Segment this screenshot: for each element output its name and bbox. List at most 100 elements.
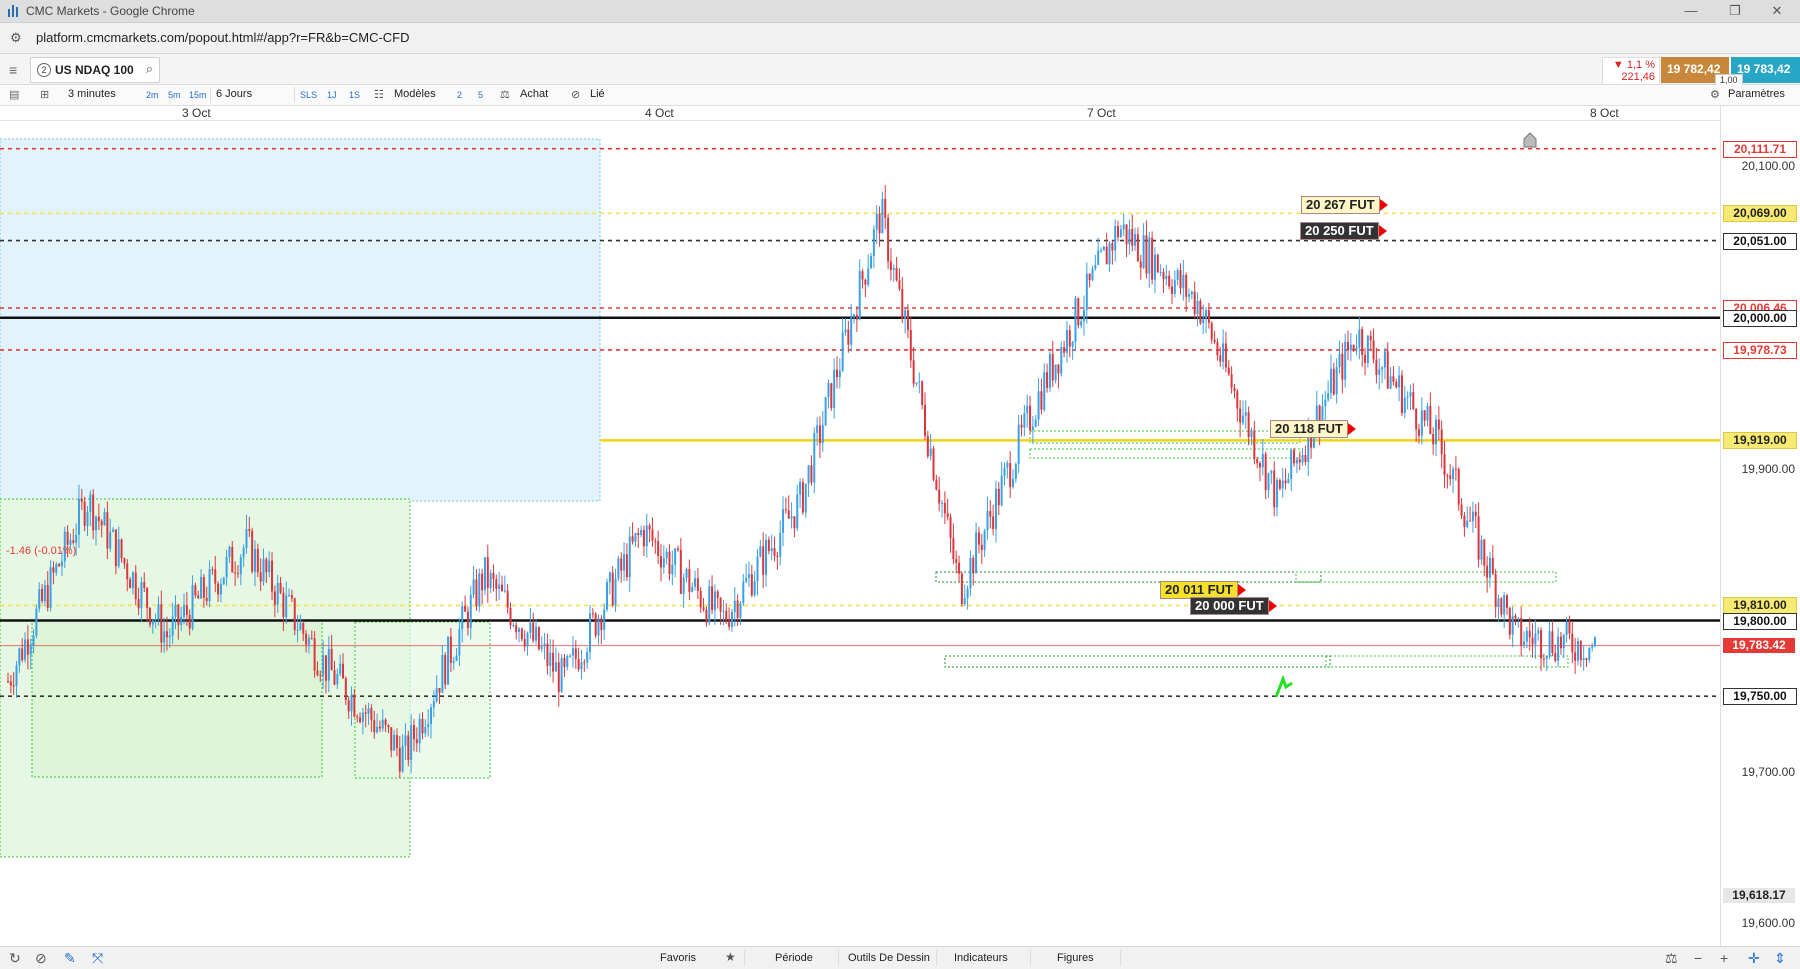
- period-select[interactable]: 6 Jours: [216, 88, 252, 100]
- candle-body: [537, 627, 540, 650]
- price-level-tag[interactable]: 20,111.71: [1723, 140, 1797, 158]
- address-bar[interactable]: ⚙ platform.cmcmarkets.com/popout.html#/a…: [0, 23, 1800, 54]
- candle-body: [923, 405, 926, 436]
- count-2[interactable]: 2: [457, 90, 462, 100]
- candle-body: [1460, 504, 1463, 516]
- period-1j[interactable]: 1J: [327, 90, 337, 100]
- zoom-in-icon[interactable]: +: [1720, 950, 1728, 966]
- minimize-icon[interactable]: —: [1676, 2, 1706, 20]
- candle-body: [211, 569, 214, 571]
- search-icon[interactable]: ⌕: [146, 61, 153, 77]
- candle-body: [200, 576, 203, 599]
- price-level-tag[interactable]: 19,800.00: [1723, 612, 1797, 630]
- candle-body: [574, 648, 577, 659]
- scale-icon[interactable]: ⚖: [500, 88, 510, 101]
- candle-body: [713, 591, 716, 611]
- candle-body: [1338, 353, 1341, 368]
- candle-body: [1417, 429, 1420, 436]
- templates-button[interactable]: Modèles: [394, 88, 436, 100]
- period-button[interactable]: Période: [775, 952, 813, 964]
- scale-icon[interactable]: ⚖: [1665, 950, 1678, 967]
- candle-body: [938, 489, 941, 504]
- price-level-tag[interactable]: 20,000.00: [1723, 309, 1797, 327]
- candle-body: [432, 701, 435, 708]
- price-level-tag[interactable]: 20,069.00: [1723, 205, 1797, 223]
- url-text[interactable]: platform.cmcmarkets.com/popout.html#/app…: [36, 30, 410, 45]
- candle-body: [449, 636, 452, 663]
- settings-icon[interactable]: ⚙: [1710, 88, 1720, 101]
- candle-body: [1213, 339, 1216, 343]
- fit-icon[interactable]: ⇕: [1774, 950, 1786, 967]
- annotation-label[interactable]: 20 250 FUT: [1300, 222, 1387, 240]
- interval-15m[interactable]: 15m: [189, 90, 207, 100]
- crosshair-icon[interactable]: ✛: [1748, 950, 1760, 967]
- price-level-tag[interactable]: 19,618.17: [1723, 887, 1795, 903]
- candle-body: [430, 707, 433, 725]
- indicators-button[interactable]: Indicateurs: [954, 952, 1008, 964]
- price-level-tag[interactable]: 19,783.42: [1723, 637, 1795, 653]
- close-icon[interactable]: ✕: [1762, 2, 1792, 20]
- candle-body: [157, 604, 160, 620]
- candle-body: [580, 662, 583, 670]
- buy-button[interactable]: Achat: [520, 88, 548, 100]
- candle-body: [1383, 351, 1386, 368]
- candle-body: [481, 573, 484, 591]
- menu-icon[interactable]: ≡: [9, 62, 17, 78]
- candle-body: [9, 681, 12, 686]
- candle-body: [1108, 243, 1111, 265]
- figures-button[interactable]: Figures: [1057, 952, 1094, 964]
- candle-body: [807, 465, 810, 484]
- candle-body: [540, 646, 543, 650]
- candle-body: [395, 735, 398, 748]
- candle-body: [864, 279, 867, 285]
- restore-icon[interactable]: ❐: [1720, 2, 1750, 20]
- candle-body: [1347, 341, 1350, 351]
- pencil-icon[interactable]: ✎: [64, 950, 76, 967]
- link-button[interactable]: Lié: [590, 88, 605, 100]
- candle-body: [1091, 268, 1094, 281]
- candle-body: [1122, 224, 1125, 230]
- price-level-tag[interactable]: 19,919.00: [1723, 432, 1797, 450]
- crosshair-icon[interactable]: ⤧: [92, 950, 103, 967]
- zoom-out-icon[interactable]: −: [1694, 950, 1702, 966]
- block-icon[interactable]: ⊘: [35, 950, 47, 967]
- refresh-icon[interactable]: ↻: [9, 950, 21, 967]
- count-5[interactable]: 5: [478, 90, 483, 100]
- templates-icon[interactable]: ☷: [374, 88, 384, 101]
- instrument-tab[interactable]: 2 US NDAQ 100 ⌕: [30, 57, 160, 83]
- candle-body: [1241, 415, 1244, 423]
- star-icon[interactable]: ★: [725, 950, 736, 964]
- annotation-label[interactable]: 20 267 FUT: [1301, 196, 1388, 214]
- candle-body: [268, 560, 271, 573]
- interval-select[interactable]: 3 minutes: [68, 88, 116, 100]
- resistance-zone: [0, 138, 601, 502]
- settings-button[interactable]: Paramètres: [1728, 88, 1785, 100]
- candle-body: [1159, 272, 1162, 274]
- interval-2m[interactable]: 2m: [146, 90, 159, 100]
- period-sls[interactable]: SLS: [300, 90, 317, 100]
- site-info-icon[interactable]: ⚙: [10, 30, 22, 46]
- candle-body: [92, 494, 95, 531]
- candle-body: [1151, 237, 1154, 280]
- annotation-label[interactable]: 20 118 FUT: [1270, 420, 1356, 438]
- layout-icon[interactable]: ⊞: [40, 88, 49, 101]
- price-level-tag[interactable]: 19,978.73: [1723, 341, 1797, 359]
- candle-body: [262, 559, 265, 582]
- candle-body: [330, 648, 333, 671]
- annotation-label[interactable]: 20 000 FUT: [1190, 597, 1277, 615]
- list-icon[interactable]: ▤: [9, 88, 19, 101]
- candle-body: [552, 652, 555, 672]
- favorites-button[interactable]: Favoris: [660, 952, 696, 964]
- candle-body: [994, 488, 997, 530]
- candle-body: [208, 569, 211, 602]
- price-chart[interactable]: -1.46 (-0.01%): [0, 121, 1720, 946]
- price-level-tag[interactable]: 19,750.00: [1723, 688, 1797, 706]
- interval-5m[interactable]: 5m: [168, 90, 181, 100]
- candle-body: [975, 532, 978, 574]
- link-icon[interactable]: ⊘: [571, 88, 580, 101]
- period-1s[interactable]: 1S: [349, 90, 360, 100]
- price-level-tag[interactable]: 20,051.00: [1723, 232, 1797, 250]
- candle-body: [711, 586, 714, 611]
- candle-body: [1446, 475, 1449, 477]
- drawing-tools-button[interactable]: Outils De Dessin: [848, 952, 930, 964]
